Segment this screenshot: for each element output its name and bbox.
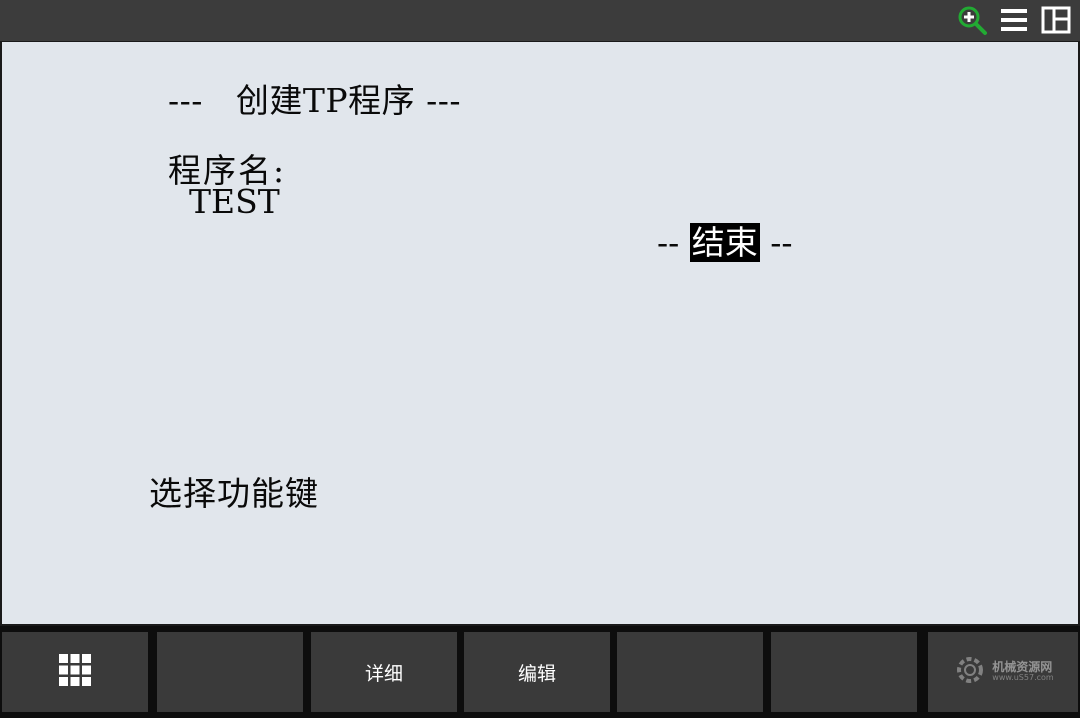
top-status-bar: [0, 0, 1080, 41]
f1-button[interactable]: [157, 632, 303, 712]
watermark: 机械资源网 www.uS57.com: [952, 652, 1054, 693]
function-key-bar: 详细 编辑 机械资源网 www.uS57.com: [0, 626, 1080, 718]
next-page-button[interactable]: 机械资源网 www.uS57.com: [928, 632, 1078, 712]
top-icon-group: [956, 4, 1072, 36]
end-prefix: --: [657, 223, 690, 262]
f4-button[interactable]: [617, 632, 763, 712]
grid-icon: [58, 653, 92, 692]
end-option-row: -- 结束 --: [657, 216, 793, 264]
end-option[interactable]: 结束: [689, 223, 760, 262]
edit-button[interactable]: 编辑: [464, 632, 610, 712]
menu-icon[interactable]: [998, 4, 1030, 36]
watermark-url: www.uS57.com: [992, 673, 1054, 683]
grid-menu-button[interactable]: [2, 632, 148, 712]
screen-title: --- 创建TP程序 ---: [168, 81, 462, 120]
program-name-value: TEST: [189, 182, 280, 221]
gear-icon: [952, 652, 988, 693]
split-view-icon[interactable]: [1040, 4, 1072, 36]
teach-pendant-frame: --- 创建TP程序 --- 程序名: TEST -- 结束 -- 选择功能键: [0, 0, 1080, 718]
end-suffix: --: [759, 223, 793, 262]
zoom-in-icon[interactable]: [956, 4, 988, 36]
detail-button[interactable]: 详细: [311, 632, 457, 712]
prompt-text: 选择功能键: [149, 474, 319, 513]
main-screen: --- 创建TP程序 --- 程序名: TEST -- 结束 -- 选择功能键: [2, 42, 1078, 624]
f5-button[interactable]: [771, 632, 917, 712]
